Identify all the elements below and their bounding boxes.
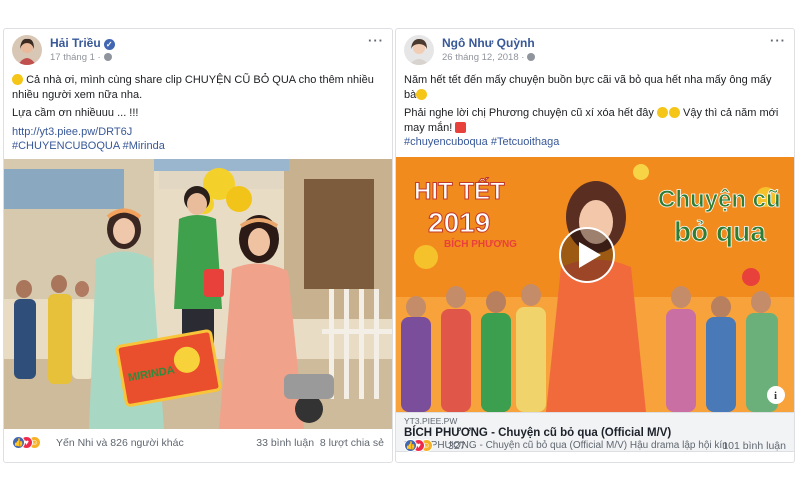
reactions-text[interactable]: Yến Nhi và 826 người khác [56,437,184,449]
reaction-icons[interactable]: 👍♥ ☺ [12,436,41,450]
smile-emoji-icon [12,74,23,85]
info-icon[interactable]: i [767,386,785,404]
banner-song-line2: bỏ qua [674,216,766,247]
more-icon[interactable]: ··· [770,33,786,48]
post-time[interactable]: 17 tháng 1 · [50,52,112,63]
author-name[interactable]: Hải Triều ✓ [50,36,115,50]
preview-domain: YT3.PIEE.PW [404,416,458,426]
post-text-line: Năm hết tết đến mấy chuyện buồn bực cãi … [404,74,772,101]
globe-icon [103,53,112,61]
post-time[interactable]: 26 tháng 12, 2018 · [442,52,536,63]
post-text-line: Phải nghe lời chị Phương chuyện cũ xí xó… [404,107,654,119]
banner-artist: BÍCH PHƯƠNG [444,237,517,250]
banner-hit-tet: HIT TẾT [414,177,505,205]
banner-year: 2019 [428,207,490,238]
laughing-emoji-icon [656,107,668,118]
post-header: Hải Triều ✓ 17 tháng 1 · ··· [12,33,384,69]
avatar[interactable] [404,35,434,65]
reactions-bar: 👍♥ ☺ Yến Nhi và 826 người khác 33 bình lu… [12,436,384,452]
like-icon: 👍 [12,436,25,449]
post-card-hai-trieu: Hải Triều ✓ 17 tháng 1 · ··· Cả nhà ơi, m… [3,28,393,463]
video-thumbnail[interactable]: HIT TẾT 2019 BÍCH PHƯƠNG Chuyện cũ bỏ qu… [396,157,794,412]
post-text-line: Lựa cầm ơn nhiềuuu ... !!! [12,107,139,119]
comments-count[interactable]: 33 bình luận [256,437,314,449]
svg-text:i: i [774,390,777,402]
play-icon[interactable] [559,227,615,283]
post-photo[interactable]: MIRINDA [4,159,392,429]
globe-icon [527,53,536,61]
post-hashtags[interactable]: #chuyencuboqua #Tetcuoithaga [404,135,784,150]
heart-emoji-icon [455,121,467,133]
avatar[interactable] [12,35,42,65]
verified-icon: ✓ [103,39,115,50]
reaction-icons[interactable]: 👍♥ ☺ [404,439,433,453]
post-text-line: Cả nhà ơi, mình cùng share clip CHUYỆN C… [12,74,374,101]
preview-title: BÍCH PHƯƠNG - Chuyện cũ bỏ qua (Official… [404,427,672,439]
laughing-emoji-icon [668,107,680,118]
post-text: Năm hết tết đến mấy chuyện buồn bực cãi … [404,73,784,154]
post-hashtags[interactable]: #CHUYENCUBOQUA #Mirinda [12,139,382,154]
author-name[interactable]: Ngô Như Quỳnh [442,36,535,50]
post-link[interactable]: http://yt3.piee.pw/DRT6J [12,125,382,140]
post-card-ngo-nhu-quynh: Ngô Như Quỳnh 26 tháng 12, 2018 · ··· Nă… [395,28,795,463]
reactions-count[interactable]: 327 [448,440,466,452]
more-icon[interactable]: ··· [368,33,384,48]
sad-emoji-icon [416,88,428,100]
post-header: Ngô Như Quỳnh 26 tháng 12, 2018 · ··· [404,33,786,69]
post-text: Cả nhà ơi, mình cùng share clip CHUYỆN C… [12,73,382,158]
reactions-bar: 👍♥ ☺ 327 101 bình luận [404,439,786,455]
banner-song-line1: Chuyện cũ [658,186,781,213]
like-icon: 👍 [404,439,417,452]
comments-count[interactable]: 101 bình luận [722,440,786,452]
shares-count[interactable]: 8 lượt chia sẻ [320,437,384,449]
comments-shares: 33 bình luận 8 lượt chia sẻ [256,437,384,449]
